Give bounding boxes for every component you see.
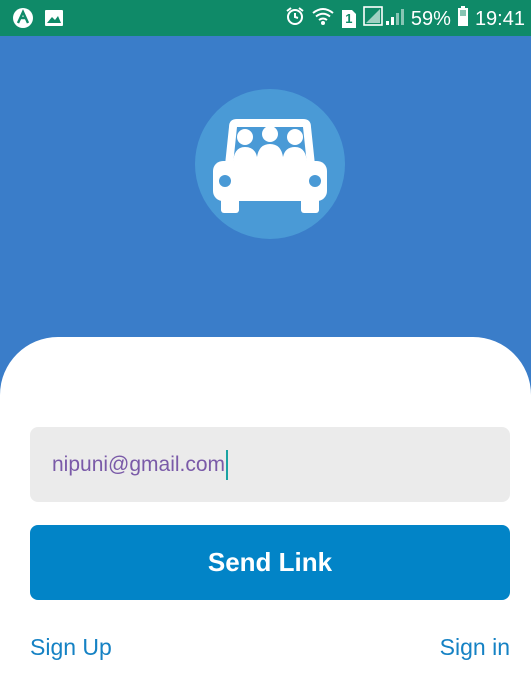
email-field[interactable]: nipuni@gmail.com [30, 427, 510, 502]
clock: 19:41 [474, 7, 525, 30]
carpool-car-icon [211, 117, 329, 220]
app-logo [195, 89, 345, 239]
app-icon [12, 7, 34, 34]
image-icon [44, 9, 64, 32]
sim-label: 1 [345, 10, 353, 26]
text-cursor [226, 449, 229, 480]
send-link-button[interactable]: Send Link [30, 525, 510, 600]
status-bar: 1 59% 19:41 [0, 0, 531, 36]
wifi-icon [311, 6, 335, 31]
battery-icon [457, 6, 469, 31]
status-bar-left [12, 7, 64, 34]
signal-icon [363, 6, 405, 31]
battery-percent: 59% [410, 7, 451, 30]
email-input-value: nipuni@gmail.com [52, 452, 226, 476]
status-bar-right: 1 59% 19:41 [285, 6, 525, 31]
sign-up-link[interactable]: Sign Up [30, 634, 112, 661]
login-card [0, 337, 531, 677]
alarm-icon [285, 6, 305, 31]
sign-in-link[interactable]: Sign in [440, 634, 510, 661]
sim-icon: 1 [341, 9, 357, 29]
